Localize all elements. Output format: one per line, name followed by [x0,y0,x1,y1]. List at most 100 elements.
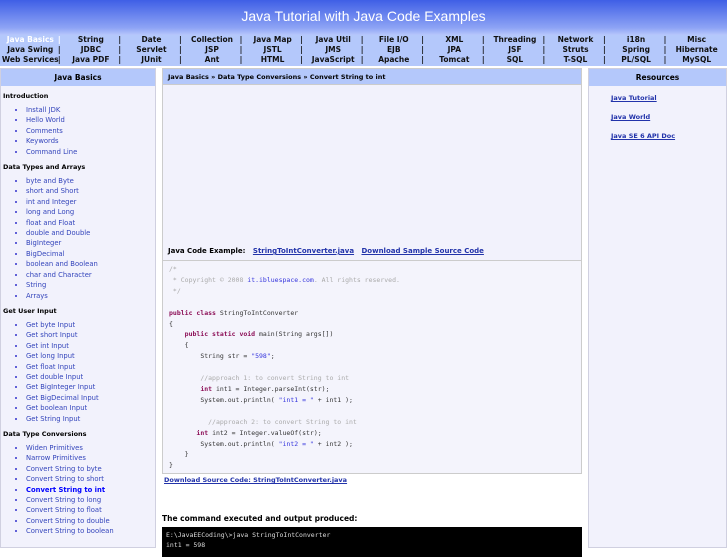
nav-item[interactable]: JSF [485,45,546,55]
sidebar-link[interactable]: Convert String to byte [26,465,102,473]
nav-item[interactable]: Date [121,35,182,45]
nav-item[interactable]: Java Basics [0,35,61,45]
sidebar-link[interactable]: BigDecimal [26,250,65,258]
sidebar-link[interactable]: char and Character [26,271,92,279]
nav-item[interactable]: Collection [182,35,243,45]
nav-item[interactable]: Web Services [0,55,61,65]
nav-item[interactable]: Ant [182,55,243,65]
code-example-header: Java Code Example: StringToIntConverter.… [168,247,484,255]
nav-item[interactable]: String [61,35,122,45]
nav-item[interactable]: JSTL [242,45,303,55]
sidebar-link[interactable]: Convert String to float [26,506,102,514]
terminal-line: int1 = 598 [166,541,206,549]
sidebar-link[interactable]: Convert String to short [26,475,104,483]
sidebar-link[interactable]: Comments [26,127,63,135]
nav-item[interactable]: Apache [363,55,424,65]
sidebar-link[interactable]: Convert String to int [26,486,105,494]
nav-row: Java BasicsStringDateCollectionJava MapJ… [0,35,727,45]
nav-item[interactable]: i18n [606,35,667,45]
code-block: /* * Copyright © 2008 it.ibluespace.com.… [162,261,582,474]
sidebar-link[interactable]: Get double Input [26,373,83,381]
download-source-link[interactable]: Download Source Code: StringToIntConvert… [164,476,582,484]
nav-item[interactable]: File I/O [363,35,424,45]
resource-link-java-tutorial[interactable]: Java Tutorial [611,94,726,102]
code-text: + int2 ); [313,439,353,448]
nav-item[interactable]: Java Util [303,35,364,45]
sidebar-link[interactable]: Keywords [26,137,59,145]
sidebar-link[interactable]: Command Line [26,148,77,156]
nav-item[interactable]: JUnit [121,55,182,65]
nav-item[interactable]: XML [424,35,485,45]
example-file-link[interactable]: StringToIntConverter.java [253,247,354,255]
sidebar-link[interactable]: Narrow Primitives [26,454,86,462]
sidebar-link[interactable]: Hello World [26,116,65,124]
sidebar-item: double and Double [26,228,155,238]
nav-item[interactable]: Java Swing [0,45,61,55]
nav-item[interactable]: Network [545,35,606,45]
nav-item[interactable]: PL/SQL [606,55,667,65]
nav-item[interactable]: JavaScript [303,55,364,65]
sidebar-link[interactable]: BigInteger [26,239,61,247]
code-comment: //approach 2: to convert String to int [208,417,357,426]
sidebar-link[interactable]: float and Float [26,219,75,227]
nav-item[interactable]: Java Map [242,35,303,45]
nav-item[interactable]: JPA [424,45,485,55]
sidebar-link[interactable]: int and Integer [26,198,76,206]
sidebar-link[interactable]: boolean and Boolean [26,260,98,268]
top-nav: Java BasicsStringDateCollectionJava MapJ… [0,35,727,66]
copyright-link[interactable]: it.ibluespace.com [247,276,314,284]
resources-sidebar: Resources Java Tutorial Java World Java … [588,68,727,548]
sidebar-link[interactable]: Get String Input [26,415,80,423]
nav-item[interactable]: JSP [182,45,243,55]
sidebar-link[interactable]: Get byte Input [26,321,75,329]
nav-item[interactable]: Struts [545,45,606,55]
sidebar-link[interactable]: Get float Input [26,363,75,371]
nav-row: Java SwingJDBCServletJSPJSTLJMSEJBJPAJSF… [0,45,727,55]
nav-item[interactable]: T-SQL [545,55,606,65]
sidebar-item: Get BigInteger Input [26,382,155,392]
nav-item[interactable]: JMS [303,45,364,55]
sidebar-link[interactable]: Convert String to boolean [26,527,114,535]
sidebar-link[interactable]: byte and Byte [26,177,74,185]
nav-item[interactable]: Servlet [121,45,182,55]
nav-item[interactable]: Spring [606,45,667,55]
nav-item[interactable]: Tomcat [424,55,485,65]
sidebar-link[interactable]: Get boolean Input [26,404,87,412]
output-label: The command executed and output produced… [162,514,358,523]
sidebar-item: Arrays [26,291,155,301]
code-string: "int1 = " [278,395,314,404]
nav-item[interactable]: SQL [485,55,546,65]
sidebar-link[interactable]: Arrays [26,292,48,300]
sidebar-link[interactable]: Get BigDecimal Input [26,394,99,402]
sidebar-link[interactable]: Get BigInteger Input [26,383,95,391]
sidebar-link[interactable]: String [26,281,46,289]
sidebar-link[interactable]: Widen Primitives [26,444,83,452]
code-text: System.out.println( [200,439,279,448]
sidebar-link[interactable]: Get long Input [26,352,75,360]
sidebar-link[interactable]: Get int Input [26,342,69,350]
nav-item[interactable]: MySQL [666,55,727,65]
code-string: "598" [251,352,271,361]
sidebar-link[interactable]: Convert String to long [26,496,101,504]
nav-item[interactable]: Threading [485,35,546,45]
sidebar-item: Convert String to long [26,495,155,505]
nav-item[interactable]: JDBC [61,45,122,55]
sidebar-link[interactable]: Convert String to double [26,517,110,525]
nav-item[interactable]: Java PDF [61,55,122,65]
sidebar-link[interactable]: long and Long [26,208,74,216]
sidebar-section-title: Introduction [3,92,49,100]
sidebar-link[interactable]: Get short Input [26,331,78,339]
nav-item[interactable]: EJB [363,45,424,55]
site-title: Java Tutorial with Java Code Examples [0,0,727,35]
code-comment: */ [169,286,181,295]
nav-item[interactable]: Hibernate [666,45,727,55]
sidebar-link[interactable]: double and Double [26,229,90,237]
nav-row: Web ServicesJava PDFJUnitAntHTMLJavaScri… [0,55,727,65]
sidebar-link[interactable]: short and Short [26,187,79,195]
nav-item[interactable]: HTML [242,55,303,65]
sidebar-link[interactable]: Install JDK [26,106,60,114]
nav-item[interactable]: Misc [666,35,727,45]
download-sample-link[interactable]: Download Sample Source Code [361,247,483,255]
resource-link-api-doc[interactable]: Java SE 6 API Doc [611,132,726,140]
resource-link-java-world[interactable]: Java World [611,113,726,121]
